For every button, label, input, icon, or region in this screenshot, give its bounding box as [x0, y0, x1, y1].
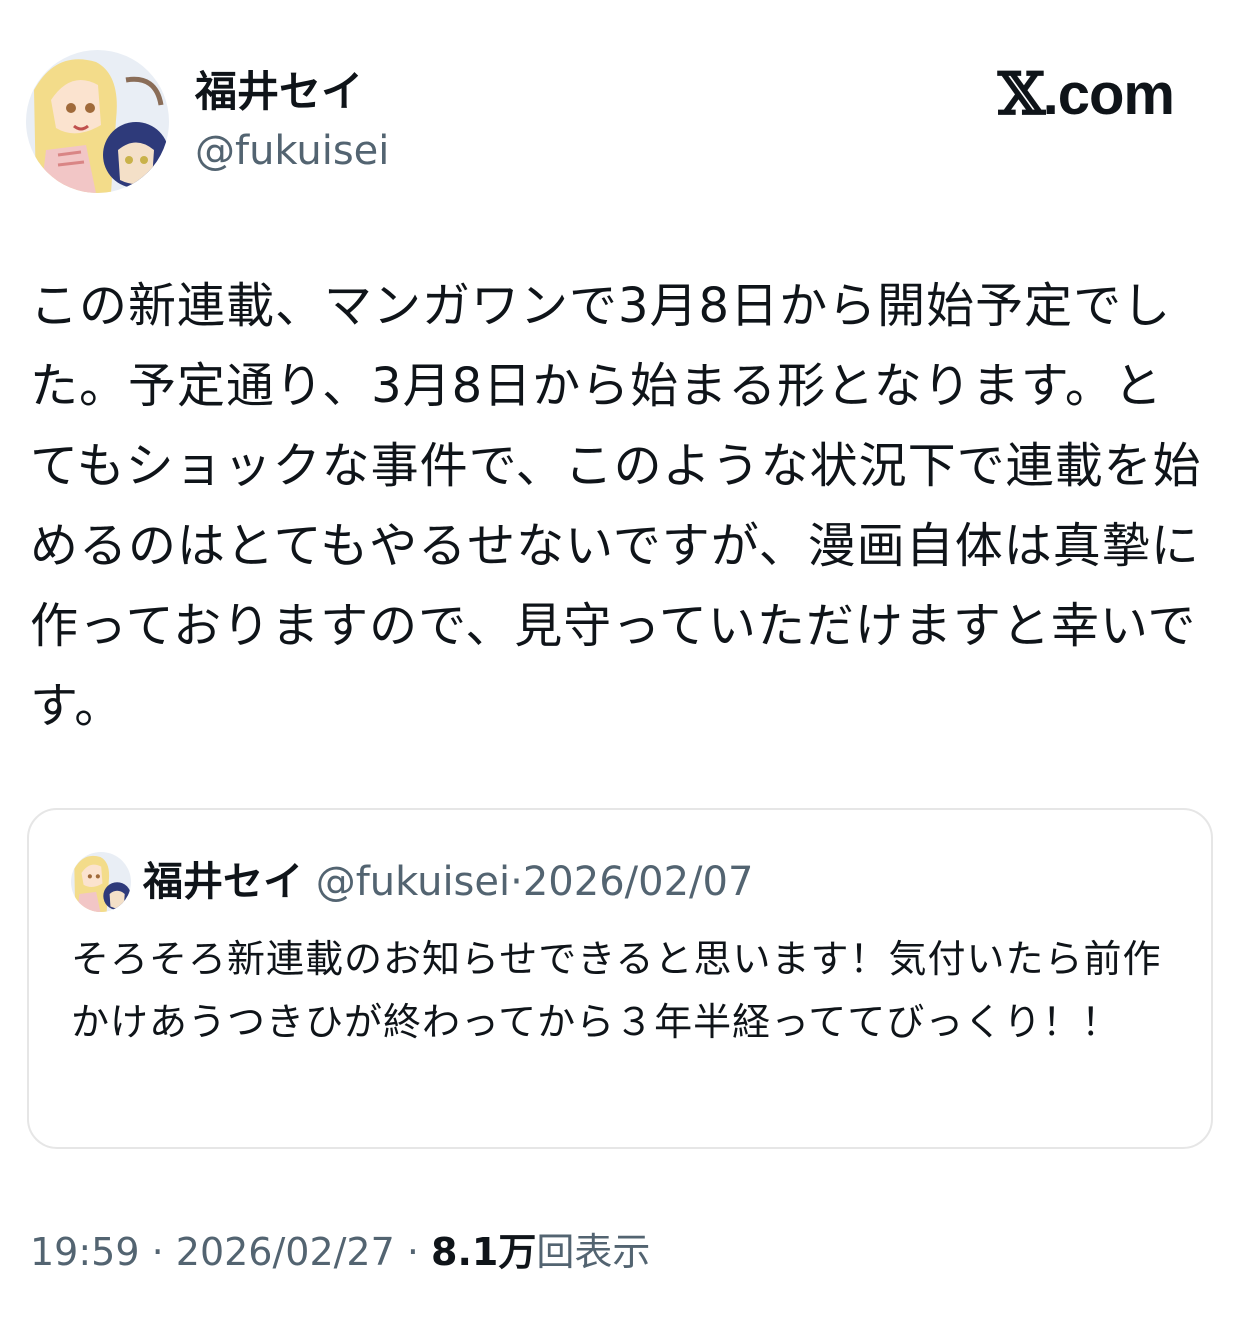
views-label: 回表示 — [536, 1230, 651, 1274]
quoted-author-name[interactable]: 福井セイ — [143, 859, 303, 905]
x-logo-icon: 𝕏 — [997, 60, 1045, 128]
author-handle[interactable]: @fukuisei — [195, 126, 389, 176]
views-count: 8.1万 — [431, 1230, 537, 1274]
avatar-illustration-icon — [71, 852, 131, 912]
quoted-tweet-card[interactable]: 福井セイ @fukuisei·2026/02/07 そろそろ新連載のお知らせでき… — [27, 808, 1213, 1149]
tweet-text: この新連載、マンガワンで3月8日から開始予定でした。予定通り、3月8日から始まる… — [30, 278, 1202, 734]
author-avatar[interactable] — [26, 50, 169, 193]
tweet-date[interactable]: 2026/02/27 — [176, 1230, 395, 1274]
brand-label: .com — [1042, 62, 1175, 127]
author-display-name[interactable]: 福井セイ — [195, 66, 363, 118]
quoted-author-avatar[interactable] — [71, 852, 131, 912]
quoted-tweet-header: 福井セイ @fukuisei·2026/02/07 — [143, 856, 753, 908]
quoted-separator: · — [510, 859, 523, 905]
tweet-time[interactable]: 19:59 — [30, 1230, 140, 1274]
quoted-tweet-date[interactable]: 2026/02/07 — [523, 859, 754, 905]
quoted-tweet-text: そろそろ新連載のお知らせできると思います！気付いたら前作かけあうつきひが終わって… — [71, 937, 1162, 1044]
tweet-meta: 19:59 · 2026/02/27 · 8.1万回表示 — [30, 1226, 650, 1278]
meta-separator: · — [139, 1230, 176, 1274]
x-brand-link[interactable]: 𝕏.com — [997, 58, 1175, 131]
meta-separator: · — [394, 1230, 432, 1274]
avatar-illustration-icon — [26, 50, 169, 193]
quoted-author-handle[interactable]: @fukuisei — [316, 859, 510, 905]
